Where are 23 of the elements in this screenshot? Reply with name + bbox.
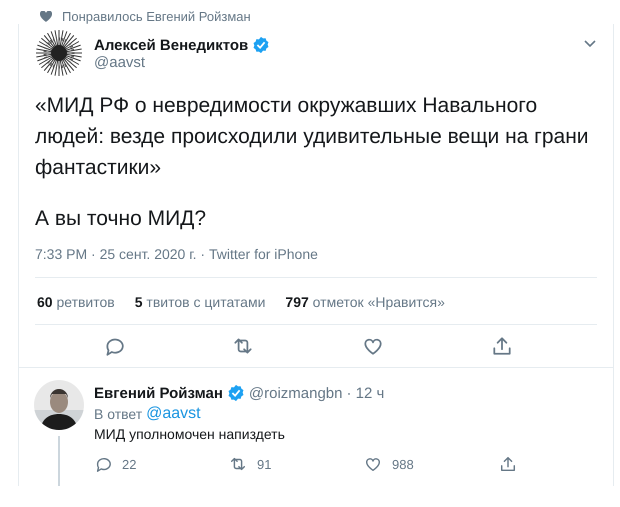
- tweet-text: «МИД РФ о невредимости окружавших Навального людей: везде происходили удивительные вещи на грани фантастики»: [35, 93, 590, 181]
- tweet-time: · 12 ч: [346, 384, 384, 402]
- action-count: 22: [122, 456, 136, 472]
- author-name[interactable]: Евгений Ройзман: [94, 384, 223, 402]
- stat-link[interactable]: 797 отметок «Нравится»: [285, 294, 445, 310]
- action-count: 988: [392, 456, 414, 472]
- retweet-icon[interactable]: [229, 455, 247, 473]
- tweet-text: А вы точно МИД?: [35, 206, 208, 232]
- speech-bubble-icon[interactable]: [94, 455, 112, 473]
- share-icon[interactable]: [499, 455, 517, 473]
- tweet-timestamp[interactable]: 7:33 PM · 25 сент. 2020 г. · Twitter for iPhone: [35, 246, 597, 277]
- heart-icon[interactable]: [364, 455, 382, 473]
- liked-by-text: Понравилось Евгений Ройзман: [62, 8, 251, 24]
- reply-text: МИД уполномочен напиздеть: [94, 426, 286, 442]
- action-count: 91: [257, 456, 272, 472]
- heart-icon: [40, 10, 52, 22]
- stat-link[interactable]: 5 твитов с цитатами: [134, 294, 266, 310]
- share-icon[interactable]: [491, 335, 514, 357]
- stat-link[interactable]: 60 ретвитов: [37, 294, 115, 310]
- author-handle[interactable]: @roizmangbn: [248, 384, 342, 402]
- author-handle[interactable]: @aavst: [94, 54, 573, 71]
- author-name[interactable]: Алексей Венедиктов: [94, 36, 248, 54]
- reply-to-label: В ответ: [94, 406, 142, 422]
